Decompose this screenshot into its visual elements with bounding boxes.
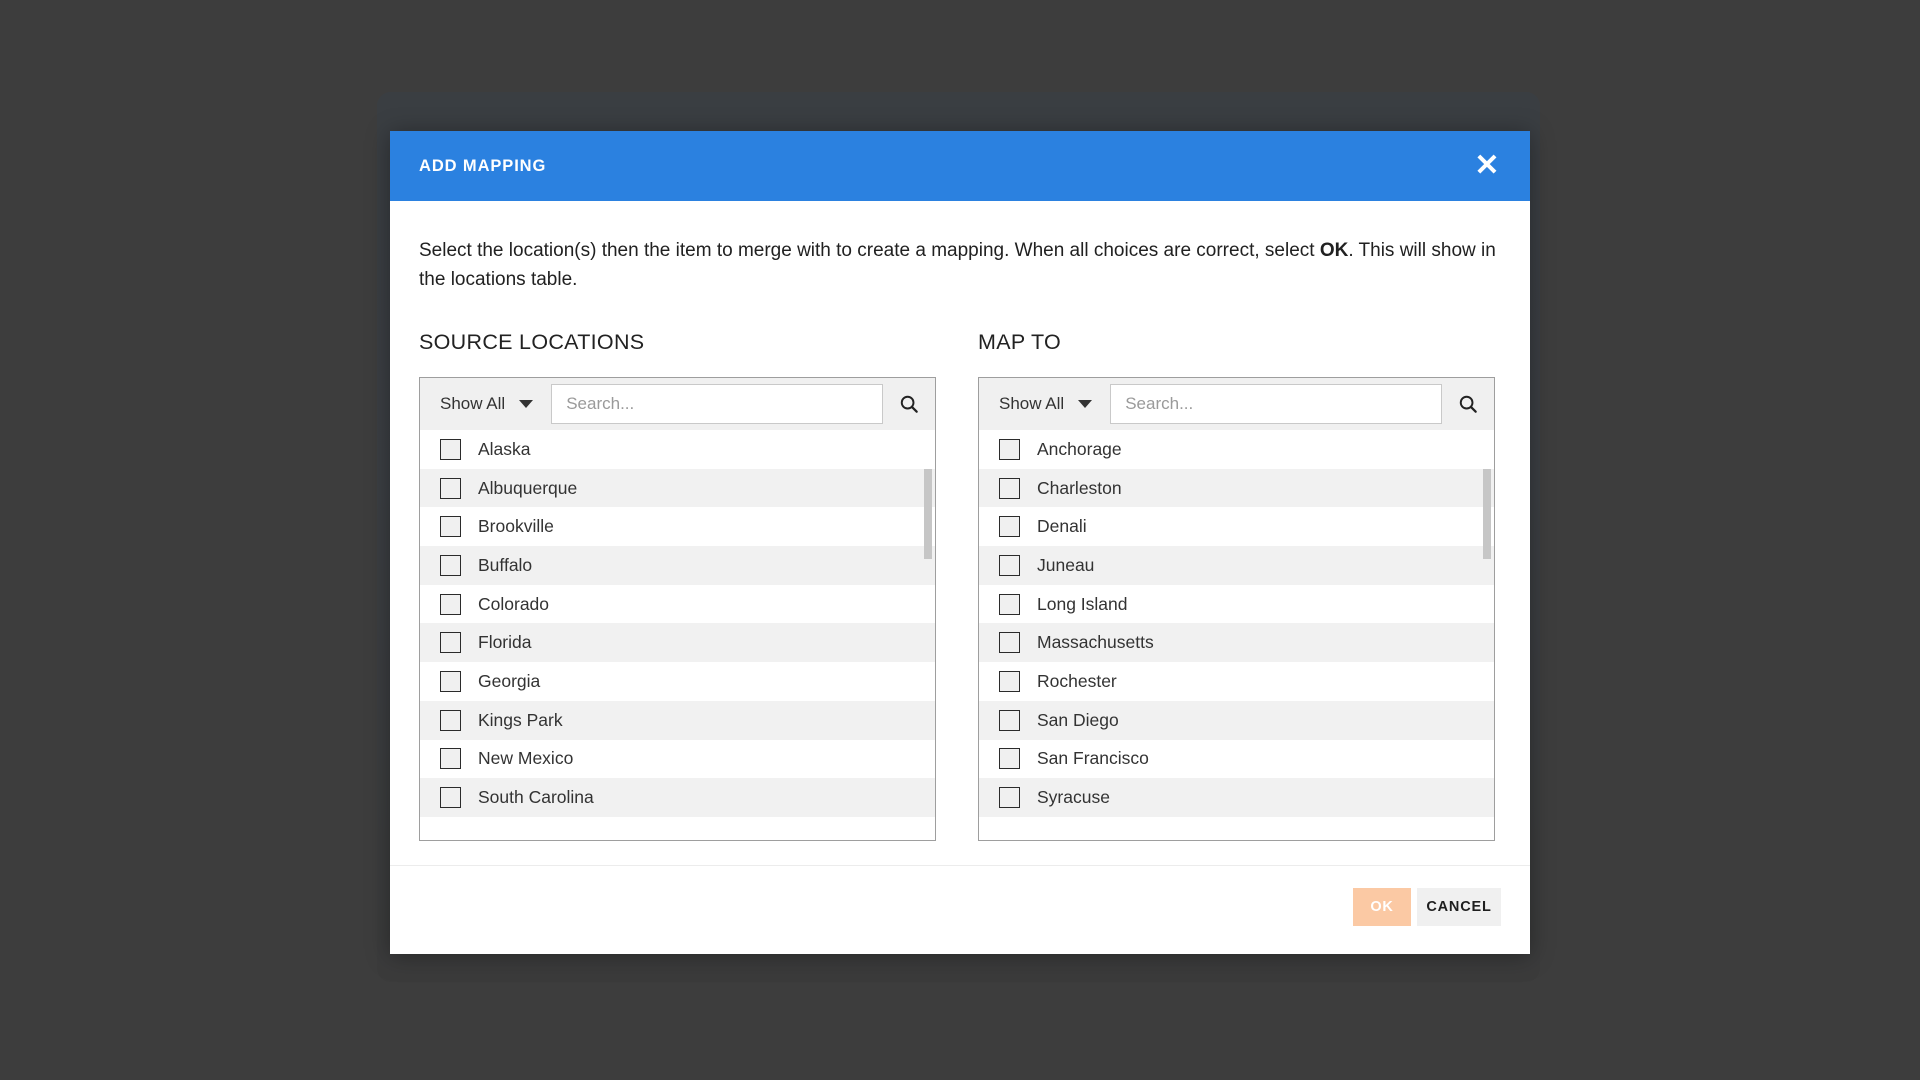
list-item-label: Rochester	[1037, 670, 1117, 691]
list-item[interactable]: Charleston	[979, 468, 1494, 508]
map-to-search-input[interactable]	[1110, 384, 1442, 424]
list-item[interactable]: Alaska	[420, 430, 935, 469]
chevron-down-icon	[1078, 400, 1093, 408]
list-item[interactable]: Albuquerque	[420, 468, 935, 508]
list-item[interactable]: Juneau	[979, 546, 1494, 585]
list-item[interactable]: Colorado	[420, 585, 935, 624]
checkbox-icon[interactable]	[440, 709, 461, 731]
list-item[interactable]: Brookville	[420, 507, 935, 546]
list-item[interactable]: San Diego	[979, 700, 1494, 740]
dialog-title: ADD MAPPING	[419, 156, 547, 175]
source-locations-heading: SOURCE LOCATIONS	[419, 330, 645, 354]
source-filter-label: Show All	[440, 394, 506, 413]
checkbox-icon[interactable]	[999, 477, 1020, 499]
list-item-label: Colorado	[478, 593, 550, 614]
list-item-label: Charleston	[1037, 477, 1122, 498]
list-item[interactable]: Rochester	[979, 662, 1494, 701]
list-item-label: San Diego	[1037, 709, 1119, 730]
source-locations-list[interactable]: Alaska Albuquerque Brookville Buffalo Colora…	[420, 430, 935, 840]
list-item-label: Brookville	[478, 516, 554, 537]
checkbox-icon[interactable]	[999, 787, 1020, 809]
instruction-text-part1: Select the location(s) then the item to …	[419, 240, 1320, 261]
list-item[interactable]: San Francisco	[979, 740, 1494, 779]
list-item-label: Massachusetts	[1037, 632, 1154, 653]
search-icon	[1459, 395, 1477, 413]
list-item[interactable]: Buffalo	[420, 546, 935, 585]
list-item-label: Georgia	[478, 670, 541, 691]
ok-button[interactable]: OK	[1353, 888, 1411, 926]
map-to-search-button[interactable]	[1442, 378, 1494, 430]
checkbox-icon[interactable]	[440, 477, 461, 499]
map-to-heading: MAP TO	[978, 330, 1062, 354]
map-to-filter-dropdown[interactable]: Show All	[979, 378, 1110, 430]
dialog-footer: OK CANCEL	[390, 865, 1530, 954]
dialog-header: ADD MAPPING ✕	[390, 131, 1530, 201]
source-search-input[interactable]	[551, 384, 883, 424]
close-icon[interactable]: ✕	[1470, 149, 1504, 183]
search-icon	[900, 395, 918, 413]
checkbox-icon[interactable]	[999, 554, 1020, 576]
checkbox-icon[interactable]	[999, 709, 1020, 731]
list-item-label: Long Island	[1037, 593, 1128, 614]
map-to-list-scrollbar[interactable]	[1483, 469, 1491, 559]
list-item[interactable]: Syracuse	[979, 778, 1494, 817]
chevron-down-icon	[519, 400, 534, 408]
dialog-body: Select the location(s) then the item to …	[390, 201, 1530, 865]
source-list-scrollbar[interactable]	[924, 469, 932, 559]
list-item[interactable]: Massachusetts	[979, 623, 1494, 663]
checkbox-icon[interactable]	[999, 670, 1020, 692]
checkbox-icon[interactable]	[999, 632, 1020, 654]
source-toolbar: Show All	[420, 378, 935, 430]
list-item[interactable]: Florida	[420, 623, 935, 663]
list-item-label: Juneau	[1037, 554, 1095, 575]
list-item-label: Syracuse	[1037, 787, 1110, 808]
list-item[interactable]: Georgia	[420, 662, 935, 701]
checkbox-icon[interactable]	[440, 632, 461, 654]
list-item-label: South Carolina	[478, 787, 594, 808]
list-item-label: Kings Park	[478, 709, 563, 730]
checkbox-icon[interactable]	[440, 516, 461, 538]
screen: ADD MAPPING ✕ Select the location(s) the…	[0, 0, 1920, 1080]
checkbox-icon[interactable]	[999, 593, 1020, 615]
checkbox-icon[interactable]	[999, 438, 1020, 460]
list-item[interactable]: Anchorage	[979, 430, 1494, 469]
list-item[interactable]: Denali	[979, 507, 1494, 546]
list-item[interactable]: Long Island	[979, 585, 1494, 624]
source-locations-column: SOURCE LOCATIONS Show All Search... Alas…	[419, 330, 936, 841]
source-search-button[interactable]	[883, 378, 935, 430]
list-item[interactable]: South Carolina	[420, 778, 935, 817]
map-to-picker: Show All An	[978, 377, 1495, 841]
instruction-ok-emphasis: OK	[1319, 240, 1349, 261]
list-item-label: New Mexico	[478, 748, 574, 769]
map-to-list-rows: Anchorage Charleston Denali Juneau Long Isla…	[979, 430, 1494, 817]
map-to-column: MAP TO Show All Search... Anchorage Char…	[978, 330, 1495, 841]
source-locations-picker: Show All Al	[419, 377, 936, 841]
source-list-rows: Alaska Albuquerque Brookville Buffalo Colora…	[420, 430, 935, 817]
pickers-container: SOURCE LOCATIONS Show All Search... Alas…	[419, 330, 1501, 865]
checkbox-icon[interactable]	[440, 554, 461, 576]
list-item-label: Denali	[1037, 516, 1087, 537]
list-item[interactable]: New Mexico	[420, 740, 935, 779]
checkbox-icon[interactable]	[440, 438, 461, 460]
list-item[interactable]: Kings Park	[420, 700, 935, 740]
map-to-toolbar: Show All	[979, 378, 1494, 430]
instruction-text: Select the location(s) then the item to …	[419, 237, 1499, 294]
map-to-list[interactable]: Anchorage Charleston Denali Juneau Long Isla…	[979, 430, 1494, 840]
cancel-button[interactable]: CANCEL	[1417, 888, 1501, 926]
list-item-label: Buffalo	[478, 554, 533, 575]
list-item-label: Alaska	[478, 438, 531, 459]
list-item-label: Florida	[478, 632, 532, 653]
source-filter-dropdown[interactable]: Show All	[420, 378, 551, 430]
checkbox-icon[interactable]	[440, 670, 461, 692]
list-item-label: San Francisco	[1037, 748, 1149, 769]
checkbox-icon[interactable]	[999, 516, 1020, 538]
checkbox-icon[interactable]	[440, 787, 461, 809]
list-item-label: Anchorage	[1037, 438, 1122, 459]
add-mapping-dialog: ADD MAPPING ✕ Select the location(s) the…	[390, 131, 1530, 954]
checkbox-icon[interactable]	[999, 748, 1020, 770]
list-item-label: Albuquerque	[478, 477, 578, 498]
checkbox-icon[interactable]	[440, 593, 461, 615]
map-to-filter-label: Show All	[999, 394, 1065, 413]
checkbox-icon[interactable]	[440, 748, 461, 770]
